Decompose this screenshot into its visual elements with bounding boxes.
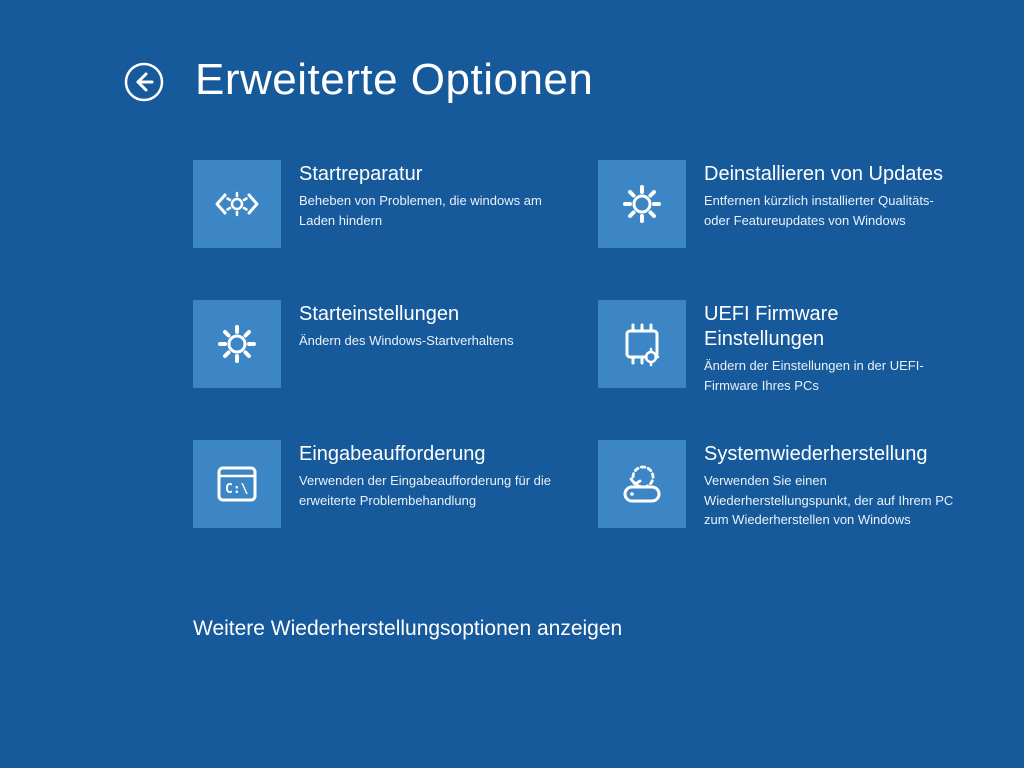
option-desc: Verwenden der Eingabeaufforderung für di…	[299, 471, 554, 510]
option-startup-settings[interactable]: Starteinstellungen Ändern des Windows-St…	[193, 300, 568, 400]
option-title: Eingabeaufforderung	[299, 442, 554, 467]
option-system-restore[interactable]: Systemwiederherstellung Verwenden Sie ei…	[598, 440, 973, 540]
advanced-options-screen: Erweiterte Optionen Startreparatur Beheb…	[0, 0, 1024, 768]
option-text: Systemwiederherstellung Verwenden Sie ei…	[704, 440, 959, 530]
option-desc: Ändern der Einstellungen in der UEFI-Fir…	[704, 356, 959, 395]
option-text: UEFI Firmware Einstellungen Ändern der E…	[704, 300, 959, 395]
option-text: Starteinstellungen Ändern des Windows-St…	[299, 300, 514, 351]
option-uefi-firmware[interactable]: UEFI Firmware Einstellungen Ändern der E…	[598, 300, 973, 400]
option-desc: Beheben von Problemen, die windows am La…	[299, 191, 554, 230]
options-grid: Startreparatur Beheben von Problemen, di…	[193, 160, 973, 540]
option-title: Deinstallieren von Updates	[704, 162, 959, 187]
startup-repair-tile	[193, 160, 281, 248]
gear-icon	[613, 175, 671, 233]
restore-icon	[613, 455, 671, 513]
option-text: Startreparatur Beheben von Problemen, di…	[299, 160, 554, 230]
option-desc: Entfernen kürzlich installierter Qualitä…	[704, 191, 959, 230]
option-title: Systemwiederherstellung	[704, 442, 959, 467]
code-gear-icon	[208, 175, 266, 233]
more-recovery-options-link[interactable]: Weitere Wiederherstellungsoptionen anzei…	[193, 617, 622, 641]
option-title: UEFI Firmware Einstellungen	[704, 302, 959, 352]
cmd-tile: C:\	[193, 440, 281, 528]
option-desc: Verwenden Sie einen Wiederherstellungspu…	[704, 471, 959, 530]
option-startup-repair[interactable]: Startreparatur Beheben von Problemen, di…	[193, 160, 568, 260]
back-arrow-icon	[124, 62, 164, 102]
uninstall-updates-tile	[598, 160, 686, 248]
option-command-prompt[interactable]: C:\ Eingabeaufforderung Verwenden der Ei…	[193, 440, 568, 540]
terminal-icon: C:\	[208, 455, 266, 513]
option-desc: Ändern des Windows-Startverhaltens	[299, 331, 514, 351]
gear-icon	[208, 315, 266, 373]
chip-gear-icon	[613, 315, 671, 373]
option-title: Starteinstellungen	[299, 302, 514, 327]
startup-settings-tile	[193, 300, 281, 388]
uefi-tile	[598, 300, 686, 388]
system-restore-tile	[598, 440, 686, 528]
back-button[interactable]	[124, 62, 164, 102]
option-text: Eingabeaufforderung Verwenden der Eingab…	[299, 440, 554, 510]
svg-text:C:\: C:\	[225, 482, 249, 497]
option-title: Startreparatur	[299, 162, 554, 187]
option-uninstall-updates[interactable]: Deinstallieren von Updates Entfernen kür…	[598, 160, 973, 260]
page-title: Erweiterte Optionen	[195, 55, 593, 105]
option-text: Deinstallieren von Updates Entfernen kür…	[704, 160, 959, 230]
